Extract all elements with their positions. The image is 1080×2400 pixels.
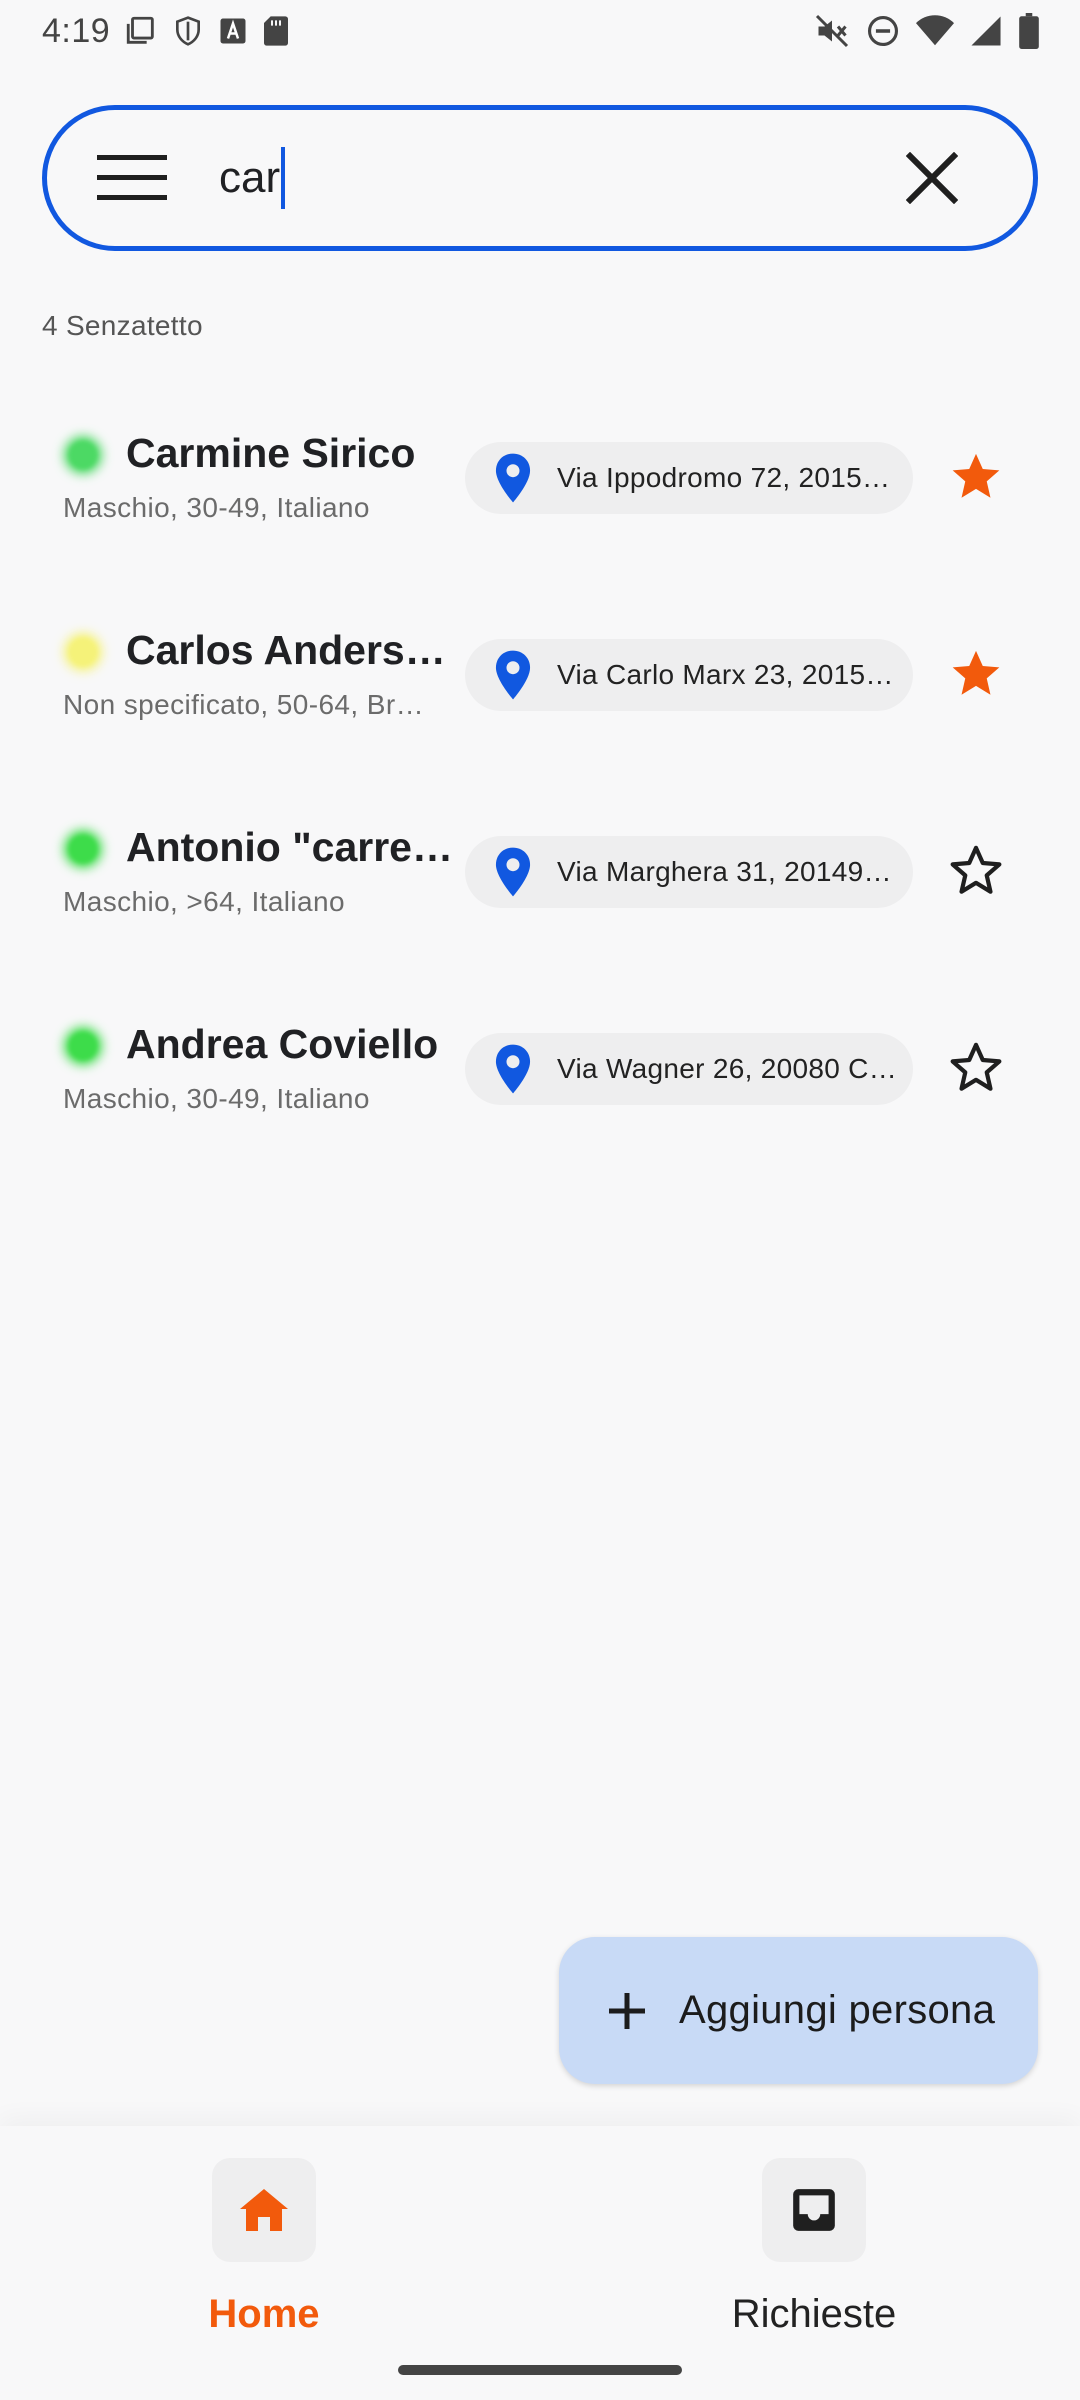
star-outline-icon[interactable] [940, 1031, 1012, 1103]
address-chip[interactable]: Via Wagner 26, 20080 C… [465, 1033, 913, 1105]
star-filled-icon[interactable] [940, 440, 1012, 512]
status-dot [68, 834, 98, 864]
person-name: Carmine Sirico [126, 430, 416, 476]
person-name: Andrea Coviello [126, 1021, 439, 1067]
status-right [814, 13, 1040, 49]
address-text: Via Carlo Marx 23, 2015… [557, 659, 894, 690]
gesture-bar[interactable] [398, 2365, 682, 2375]
dnd-icon [866, 14, 900, 48]
person-row[interactable]: Carmine Sirico Maschio, 30-49, Italiano … [0, 400, 1080, 597]
nav-requests[interactable]: Richieste [664, 2142, 964, 2352]
star-filled-icon[interactable] [940, 637, 1012, 709]
close-icon[interactable] [889, 135, 975, 221]
hamburger-menu-icon[interactable] [87, 133, 177, 223]
add-person-button[interactable]: Aggiungi persona [559, 1937, 1038, 2084]
person-name: Carlos Anderso… [126, 627, 454, 673]
wifi-icon [916, 14, 954, 48]
status-dot [68, 637, 98, 667]
address-chip[interactable]: Via Marghera 31, 20149… [465, 836, 913, 908]
search-input[interactable]: car [219, 147, 286, 209]
sd-card-icon [262, 15, 290, 47]
person-row[interactable]: Andrea Coviello Maschio, 30-49, Italiano… [0, 991, 1080, 1188]
map-pin-icon [483, 448, 543, 508]
person-row[interactable]: Antonio "carrell… Maschio, >64, Italiano… [0, 794, 1080, 991]
home-icon [212, 2158, 316, 2262]
status-time: 4:19 [42, 11, 111, 50]
status-left: 4:19 [42, 12, 290, 51]
person-name: Antonio "carrell… [126, 824, 454, 870]
address-text: Via Wagner 26, 20080 C… [557, 1053, 897, 1084]
mute-icon [814, 13, 850, 49]
add-person-label: Aggiungi persona [679, 1988, 996, 2032]
person-info: Maschio, 30-49, Italiano [63, 492, 370, 523]
address-text: Via Ippodromo 72, 2015… [557, 462, 891, 493]
text-caret [281, 147, 286, 209]
map-pin-icon [483, 1039, 543, 1099]
nav-home-label: Home [208, 2292, 320, 2336]
person-info: Maschio, >64, Italiano [63, 886, 345, 917]
inbox-icon [762, 2158, 866, 2262]
address-chip[interactable]: Via Carlo Marx 23, 2015… [465, 639, 913, 711]
font-icon [218, 16, 248, 46]
star-outline-icon[interactable] [940, 834, 1012, 906]
nav-requests-label: Richieste [731, 2292, 897, 2336]
search-value: car [219, 153, 281, 202]
address-chip[interactable]: Via Ippodromo 72, 2015… [465, 442, 913, 514]
bottom-navigation: Home Richieste [0, 2126, 1080, 2400]
search-bar[interactable]: car [42, 105, 1038, 251]
screenshot-icon [124, 14, 158, 48]
result-count: 4 Senzatetto [42, 310, 203, 341]
map-pin-icon [483, 842, 543, 902]
shield-icon [172, 14, 204, 48]
status-dot [68, 440, 98, 470]
signal-icon [970, 14, 1002, 48]
person-list: Carmine Sirico Maschio, 30-49, Italiano … [0, 400, 1080, 1188]
person-info: Non specificato, 50-64, Br… [63, 689, 424, 720]
person-info: Maschio, 30-49, Italiano [63, 1083, 370, 1114]
address-text: Via Marghera 31, 20149… [557, 856, 892, 887]
status-dot [68, 1031, 98, 1061]
battery-icon [1018, 13, 1040, 49]
nav-home[interactable]: Home [114, 2142, 414, 2352]
plus-icon [597, 1981, 657, 2041]
status-bar: 4:19 [0, 0, 1080, 62]
person-row[interactable]: Carlos Anderso… Non specificato, 50-64, … [0, 597, 1080, 794]
map-pin-icon [483, 645, 543, 705]
